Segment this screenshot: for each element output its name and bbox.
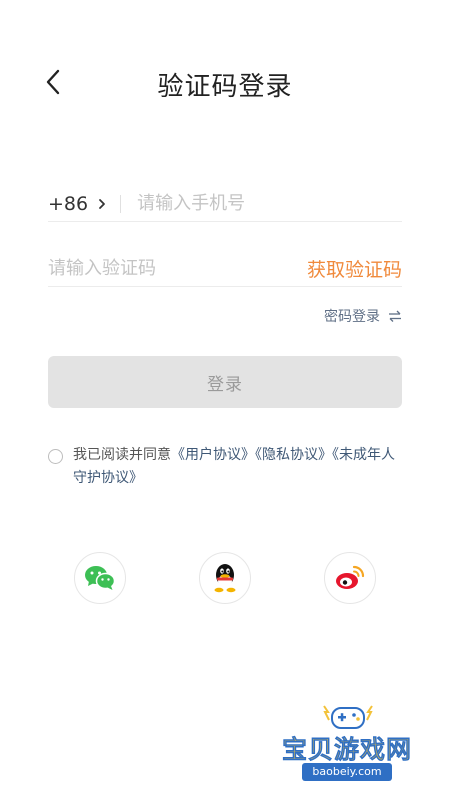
header: 验证码登录 bbox=[0, 52, 450, 112]
agreement: 我已阅读并同意《用户协议》《隐私协议》《未成年人守护协议》 bbox=[48, 444, 408, 490]
swap-arrows-icon bbox=[388, 310, 402, 322]
wechat-login-button[interactable] bbox=[74, 552, 126, 604]
page-title: 验证码登录 bbox=[157, 72, 293, 102]
country-code-label: +86 bbox=[48, 192, 89, 215]
watermark-url: baobeiy.com bbox=[302, 763, 392, 781]
qq-icon bbox=[214, 564, 236, 593]
code-row: 获取验证码 bbox=[48, 251, 402, 287]
weibo-login-button[interactable] bbox=[324, 552, 376, 604]
get-code-button[interactable]: 获取验证码 bbox=[307, 255, 402, 282]
agreement-prefix: 我已阅读并同意 bbox=[73, 447, 171, 463]
country-code-selector[interactable]: +86 bbox=[48, 188, 106, 220]
login-button[interactable]: 登录 bbox=[48, 356, 402, 408]
watermark-title: 宝贝游戏网 bbox=[281, 735, 412, 765]
password-login-label: 密码登录 bbox=[324, 309, 380, 325]
privacy-agreement-link[interactable]: 《隐私协议》 bbox=[255, 447, 332, 463]
agreement-text: 我已阅读并同意《用户协议》《隐私协议》《未成年人守护协议》 bbox=[73, 444, 408, 490]
password-login-link[interactable]: 密码登录 bbox=[324, 306, 402, 326]
weibo-icon bbox=[336, 565, 365, 589]
user-agreement-link[interactable]: 《用户协议》 bbox=[171, 447, 255, 463]
verification-code-input[interactable] bbox=[48, 258, 268, 279]
chevron-right-icon bbox=[98, 198, 106, 210]
qq-login-button[interactable] bbox=[199, 552, 251, 604]
wechat-icon bbox=[85, 566, 116, 590]
agreement-checkbox[interactable] bbox=[48, 449, 63, 464]
watermark: 宝贝游戏网 baobeiy.com bbox=[272, 700, 422, 792]
social-login bbox=[0, 552, 450, 604]
divider bbox=[120, 194, 122, 213]
phone-row: +86 bbox=[48, 186, 402, 222]
phone-input[interactable] bbox=[137, 193, 378, 214]
